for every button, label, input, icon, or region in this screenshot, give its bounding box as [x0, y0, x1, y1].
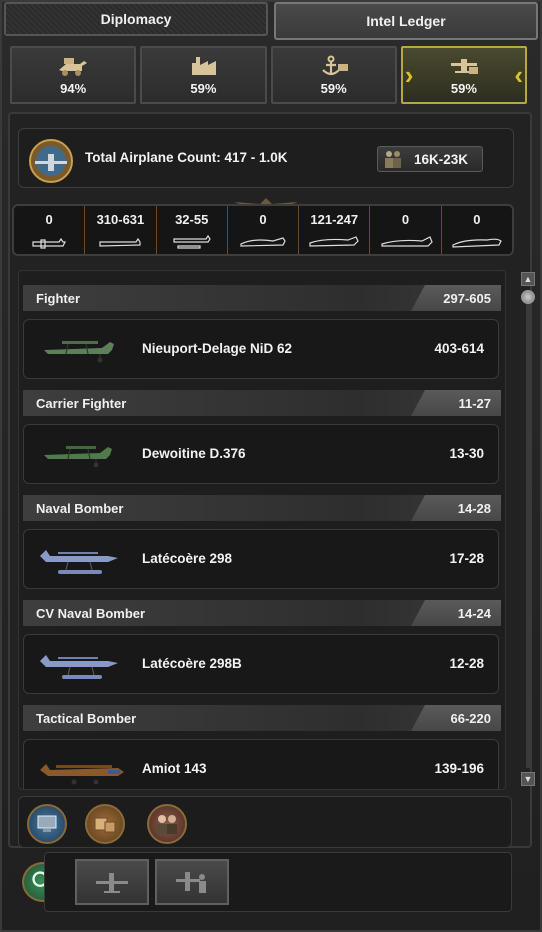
transport-plane-icon — [99, 237, 142, 247]
design-entry-carrier-fighter[interactable]: Dewoitine D.376 13-30 — [23, 424, 499, 484]
naval-bomber-silhouette-icon — [173, 234, 211, 249]
scroll-down-arrow-icon[interactable]: ▼ — [521, 772, 535, 786]
manpower-icon — [385, 151, 401, 168]
section-header-carrier-fighter[interactable]: Carrier Fighter 11-27 — [23, 390, 501, 416]
air-research-button[interactable] — [155, 859, 229, 905]
aircraft-type-value: 0 — [259, 212, 267, 227]
aircraft-type-cas[interactable]: 0 — [14, 206, 86, 254]
supply-crates-button[interactable] — [85, 804, 125, 844]
research-panel — [44, 852, 512, 912]
agents-icon — [157, 815, 177, 834]
section-header-fighter[interactable]: Fighter 297-605 — [23, 285, 501, 311]
section-value: 14-24 — [411, 600, 501, 626]
cas-silhouette-icon — [32, 237, 67, 249]
biplane-carrier-fighter-icon — [44, 446, 112, 468]
section-name: CV Naval Bomber — [36, 605, 146, 621]
category-industry[interactable]: 59% — [140, 46, 267, 104]
category-airforce-value: 59% — [450, 80, 477, 96]
air-doctrine-button[interactable] — [75, 859, 149, 905]
section-header-cv-naval-bomber[interactable]: CV Naval Bomber 14-24 — [23, 600, 501, 626]
scroll-thumb[interactable] — [521, 290, 535, 304]
tab-intel-ledger[interactable]: Intel Ledger — [274, 2, 538, 40]
aircraft-type-value: 0 — [473, 212, 481, 227]
total-airplane-count: Total Airplane Count: 417 - 1.0K — [85, 150, 288, 165]
crates-icon — [94, 817, 116, 833]
air-force-emblem-icon — [29, 139, 73, 183]
aircraft-type-value: 0 — [45, 212, 53, 227]
design-count: 17-28 — [449, 551, 484, 566]
plane-research-icon — [176, 872, 206, 893]
intel-agency-bar — [18, 796, 512, 848]
seaplane-cv-icon — [40, 655, 118, 679]
aircraft-type-strategic-bomber[interactable]: 0 — [370, 206, 442, 254]
aircraft-type-value: 0 — [401, 212, 410, 227]
industry-icon — [192, 56, 217, 75]
list-scrollbar[interactable]: ▲ ▼ — [521, 272, 535, 786]
design-count: 12-28 — [449, 656, 484, 671]
selected-left-chevron-icon: › — [404, 60, 414, 90]
design-count: 13-30 — [449, 446, 484, 461]
manpower-badge: 16K-23K — [377, 146, 483, 172]
army-icon — [59, 57, 88, 76]
category-navy-value: 59% — [320, 80, 347, 96]
category-army-value: 94% — [60, 80, 87, 96]
design-name: Latécoère 298 — [142, 551, 233, 566]
scroll-track[interactable] — [526, 290, 530, 768]
aircraft-type-transport[interactable]: 310-631 — [85, 206, 157, 254]
heavy-fighter-silhouette-icon — [240, 237, 286, 247]
design-entry-fighter[interactable]: Nieuport-Delage NiD 62 403-614 — [23, 319, 499, 379]
agents-button[interactable] — [147, 804, 187, 844]
biplane-fighter-icon — [44, 341, 114, 363]
aircraft-type-bar: 0 310-631 32-55 0 121-247 0 0 — [12, 204, 514, 256]
navy-icon — [321, 55, 348, 75]
section-name: Tactical Bomber — [36, 710, 137, 726]
section-name: Carrier Fighter — [36, 395, 127, 411]
aircraft-type-value: 32-55 — [175, 212, 209, 227]
design-entry-tactical-bomber[interactable]: Amiot 143 139-196 — [23, 739, 499, 789]
aircraft-type-naval-bomber[interactable]: 32-55 — [157, 206, 228, 254]
section-value: 66-220 — [411, 705, 501, 731]
selected-right-chevron-icon: ‹ — [514, 60, 523, 90]
manpower-value: 16K-23K — [414, 151, 469, 167]
aircraft-type-value: 310-631 — [96, 212, 145, 227]
design-entry-naval-bomber[interactable]: Latécoère 298 17-28 — [23, 529, 499, 589]
airforce-icon — [450, 58, 478, 74]
design-count: 403-614 — [434, 341, 484, 356]
tactical-bomber-silhouette-icon — [309, 236, 359, 247]
tab-diplomacy[interactable]: Diplomacy — [4, 2, 268, 36]
monitor-icon — [37, 815, 57, 832]
section-header-tactical-bomber[interactable]: Tactical Bomber 66-220 — [23, 705, 501, 731]
design-name: Latécoère 298B — [142, 656, 242, 671]
section-name: Fighter — [36, 290, 81, 306]
section-value: 11-27 — [411, 390, 501, 416]
category-airforce[interactable]: › ‹ 59% — [400, 46, 527, 104]
section-value: 14-28 — [411, 495, 501, 521]
aircraft-design-list: Fighter 297-605 Nieuport-Delage NiD 62 4… — [18, 270, 506, 790]
aircraft-type-jet[interactable]: 0 — [442, 206, 512, 254]
seaplane-icon — [40, 550, 118, 574]
air-summary: Total Airplane Count: 417 - 1.0K 16K-23K — [18, 128, 514, 188]
design-entry-cv-naval-bomber[interactable]: Latécoère 298B 12-28 — [23, 634, 499, 694]
design-name: Dewoitine D.376 — [142, 446, 246, 461]
intel-network-button[interactable] — [27, 804, 67, 844]
design-name: Amiot 143 — [142, 761, 207, 776]
category-industry-value: 59% — [190, 80, 217, 96]
category-navy[interactable]: 59% — [270, 46, 397, 104]
design-name: Nieuport-Delage NiD 62 — [142, 341, 293, 356]
tab-bar: Diplomacy Intel Ledger — [4, 2, 538, 40]
design-count: 139-196 — [434, 761, 484, 776]
intel-category-row: 94% 59% 59% › ‹ 59% — [10, 46, 527, 104]
section-value: 297-605 — [411, 285, 501, 311]
aircraft-type-heavy-fighter[interactable]: 0 — [228, 206, 300, 254]
aircraft-type-tactical-bomber[interactable]: 121-247 — [299, 206, 371, 254]
scroll-up-arrow-icon[interactable]: ▲ — [521, 272, 535, 286]
aircraft-type-value: 121-247 — [310, 212, 359, 227]
section-header-naval-bomber[interactable]: Naval Bomber 14-28 — [23, 495, 501, 521]
jet-silhouette-icon — [452, 238, 502, 248]
bomber-plane-icon — [40, 764, 124, 785]
category-army[interactable]: 94% — [10, 46, 137, 104]
strategic-bomber-silhouette-icon — [380, 236, 433, 247]
plane-icon — [96, 873, 128, 893]
section-name: Naval Bomber — [36, 500, 124, 516]
